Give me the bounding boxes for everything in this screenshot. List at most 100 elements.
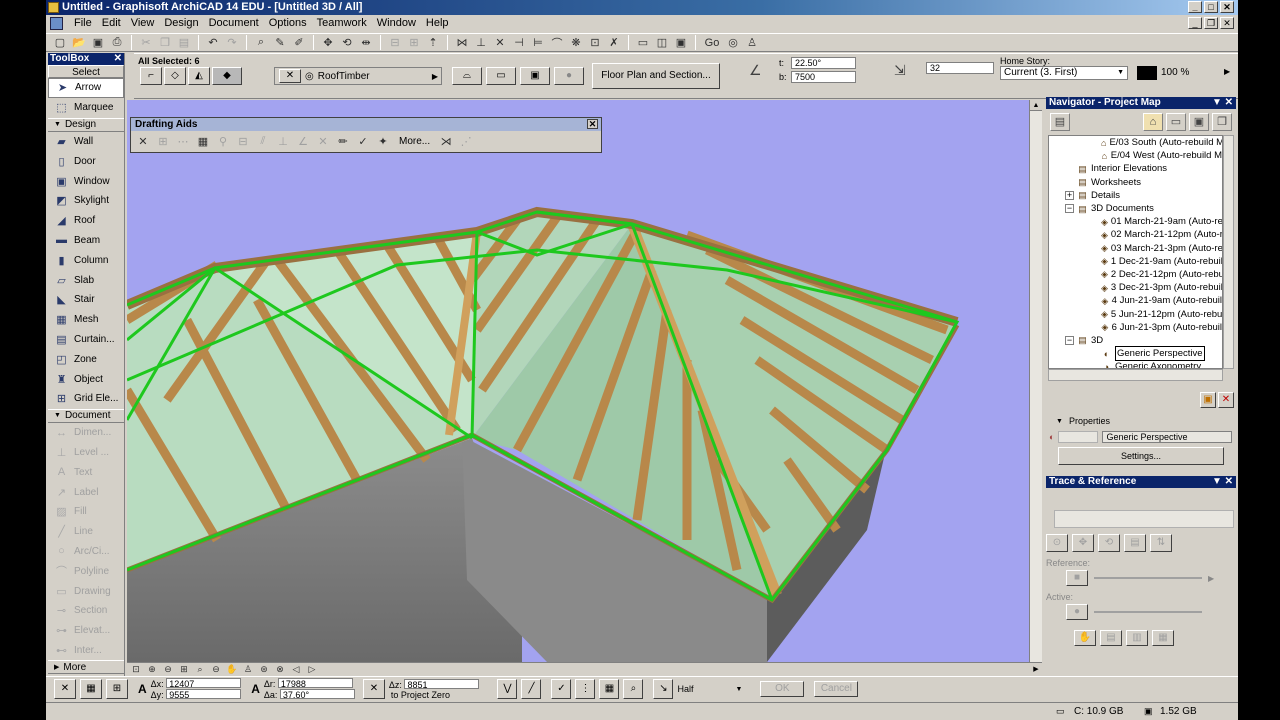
tree-item[interactable]: ◈ 2 Dec-21-12pm (Auto-rebuil (1049, 268, 1222, 281)
menu-teamwork[interactable]: Teamwork (312, 15, 372, 32)
tree-item[interactable]: ◐ Generic Perspective (1049, 346, 1222, 362)
angle-field[interactable]: 22.50° (791, 57, 856, 69)
da-field[interactable]: 37.60° (279, 689, 355, 700)
tool-arrow[interactable]: ➤ Arrow (48, 78, 124, 98)
trace-compare-icon[interactable]: ▤ (1124, 534, 1146, 552)
tool-object[interactable]: ♜ Object (48, 369, 124, 389)
dz-field[interactable]: 8851 (404, 678, 480, 690)
save-icon[interactable]: ▣ (90, 35, 106, 50)
fillet-icon[interactable]: ⌒ (549, 35, 565, 50)
zoom-out-icon[interactable]: ⊖ (161, 664, 175, 675)
check-icon[interactable]: ✓ (355, 134, 371, 149)
tree-item[interactable]: + ▤ Details (1049, 189, 1222, 202)
trace-color-icon[interactable]: ▥ (1126, 630, 1148, 646)
menu-help[interactable]: Help (421, 15, 454, 32)
pencil-icon[interactable]: ✏ (335, 134, 351, 149)
snap-magnet-icon[interactable]: ⌕ (623, 679, 644, 699)
redo-icon[interactable]: ↷ (224, 35, 240, 50)
roof-type-arrow-icon[interactable]: ▶ (432, 72, 441, 81)
fit-icon[interactable]: ⊞ (177, 664, 191, 675)
snap-guides-icon[interactable]: ⋊ (438, 134, 454, 149)
tool-door[interactable]: ▯ Door (48, 151, 124, 171)
minimize-button[interactable]: _ (1188, 1, 1202, 13)
menu-file[interactable]: File (69, 15, 97, 32)
offset-guide-icon[interactable]: ✕ (315, 134, 331, 149)
trace-grid-icon[interactable]: ▦ (1152, 630, 1174, 646)
dx-field[interactable]: 12407 (166, 678, 242, 689)
menu-design[interactable]: Design (159, 15, 203, 32)
open-file-icon[interactable]: 📂 (71, 35, 87, 50)
ok-button[interactable]: OK (760, 681, 805, 697)
tree-vertical-scrollbar[interactable] (1223, 135, 1234, 369)
menu-edit[interactable]: Edit (97, 15, 126, 32)
tool-drawing[interactable]: ▭ Drawing (48, 581, 124, 601)
toolbox-close-icon[interactable]: ✕ (114, 53, 122, 65)
tool-curtain[interactable]: ▤ Curtain... (48, 330, 124, 350)
layers-icon[interactable]: ▭ (635, 35, 651, 50)
tool-line[interactable]: ╱ Line (48, 522, 124, 542)
tree-item[interactable]: ◈ 1 Dec-21-9am (Auto-rebuil (1049, 255, 1222, 268)
trace-move-icon[interactable]: ✥ (1072, 534, 1094, 552)
tool-wall[interactable]: ▰ Wall (48, 132, 124, 152)
mdi-restore-button[interactable]: ❐ (1204, 17, 1218, 29)
mirror-icon[interactable]: ⇹ (358, 35, 374, 50)
tool-polyline[interactable]: ⌒ Polyline (48, 561, 124, 581)
viewport-vertical-scrollbar[interactable]: ▲ (1029, 100, 1042, 662)
reference-display-icon[interactable]: ■ (1066, 570, 1088, 586)
construction-grid-icon[interactable]: ▦ (195, 134, 211, 149)
tree-item[interactable]: ◑ Generic Axonometry (1049, 360, 1222, 368)
roof-material-button[interactable]: ● (554, 67, 584, 85)
snap-points-icon[interactable]: ⋰ (458, 134, 474, 149)
find-select-icon[interactable]: ⌕ (253, 35, 269, 50)
tree-item[interactable]: ◈ 4 Jun-21-9am (Auto-rebuil (1049, 294, 1222, 307)
reference-intensity-slider[interactable] (1094, 577, 1202, 579)
tool-window[interactable]: ▣ Window (48, 171, 124, 191)
dr-field[interactable]: 17988 (277, 678, 353, 689)
project-map-icon[interactable]: ⌂ (1143, 113, 1163, 131)
active-intensity-slider[interactable] (1094, 611, 1202, 613)
tool-beam[interactable]: ▬ Beam (48, 231, 124, 251)
snap-mode-value[interactable]: Half (677, 684, 731, 694)
intersect-icon[interactable]: ✕ (492, 35, 508, 50)
tree-item[interactable]: − ▤ 3D (1049, 334, 1222, 347)
syringe-icon[interactable]: ✐ (291, 35, 307, 50)
tool-level[interactable]: ⊥ Level ... (48, 443, 124, 463)
maximize-button[interactable]: □ (1204, 1, 1218, 13)
snap-grid-icon[interactable]: ▦ (599, 679, 620, 699)
explode-icon[interactable]: ❋ (568, 35, 584, 50)
tree-item[interactable]: ◈ 01 March-21-9am (Auto-re (1049, 215, 1222, 228)
elevate-icon[interactable]: ⇡ (425, 35, 441, 50)
trace-hand-icon[interactable]: ✋ (1074, 630, 1096, 646)
tree-expander-icon[interactable]: + (1065, 190, 1074, 200)
cancel-button[interactable]: Cancel (814, 681, 859, 697)
cut-icon[interactable]: ✂ (138, 35, 154, 50)
delete-viewpoint-icon[interactable]: ✕ (1218, 392, 1234, 408)
snap-mode-chevron-icon[interactable]: ▼ (735, 686, 742, 693)
settings-button[interactable]: Settings... (1058, 447, 1224, 465)
tool-text[interactable]: A Text (48, 462, 124, 482)
3d-window-icon[interactable]: ◫ (654, 35, 670, 50)
navigator-controls-icon[interactable]: ▼ ✕ (1212, 97, 1233, 109)
tool-zone[interactable]: ◰ Zone (48, 349, 124, 369)
pan-hand-icon[interactable]: ✋ (225, 664, 239, 675)
polar-coord-icon[interactable]: A (251, 682, 260, 696)
tree-item[interactable]: ◈ 03 March-21-3pm (Auto-re (1049, 242, 1222, 255)
design-section-header[interactable]: ▼ Design (48, 117, 124, 132)
zoom-in-icon[interactable]: ⊕ (145, 664, 159, 675)
snap-half-icon[interactable]: ↘ (653, 679, 674, 699)
tool-dimen[interactable]: ↔ Dimen... (48, 423, 124, 443)
undo-icon[interactable]: ↶ (205, 35, 221, 50)
tree-expander-icon[interactable]: − (1065, 204, 1074, 214)
tool-roof[interactable]: ◢ Roof (48, 211, 124, 231)
constraint-icon[interactable]: ⋁ (497, 679, 518, 699)
new-viewpoint-icon[interactable]: ▣ (1200, 392, 1216, 408)
roof-type-value[interactable]: RoofTimber (318, 71, 370, 82)
b-field[interactable]: 7500 (791, 71, 856, 83)
view-name-field[interactable]: Generic Perspective (1102, 431, 1233, 443)
trace-layers-icon[interactable]: ▤ (1100, 630, 1122, 646)
dy-field[interactable]: 9555 (166, 689, 242, 700)
perpendicular-icon[interactable]: ⊥ (275, 134, 291, 149)
tool-skylight[interactable]: ◩ Skylight (48, 191, 124, 211)
tool-stair[interactable]: ◣ Stair (48, 290, 124, 310)
rotate-icon[interactable]: ⟲ (339, 35, 355, 50)
